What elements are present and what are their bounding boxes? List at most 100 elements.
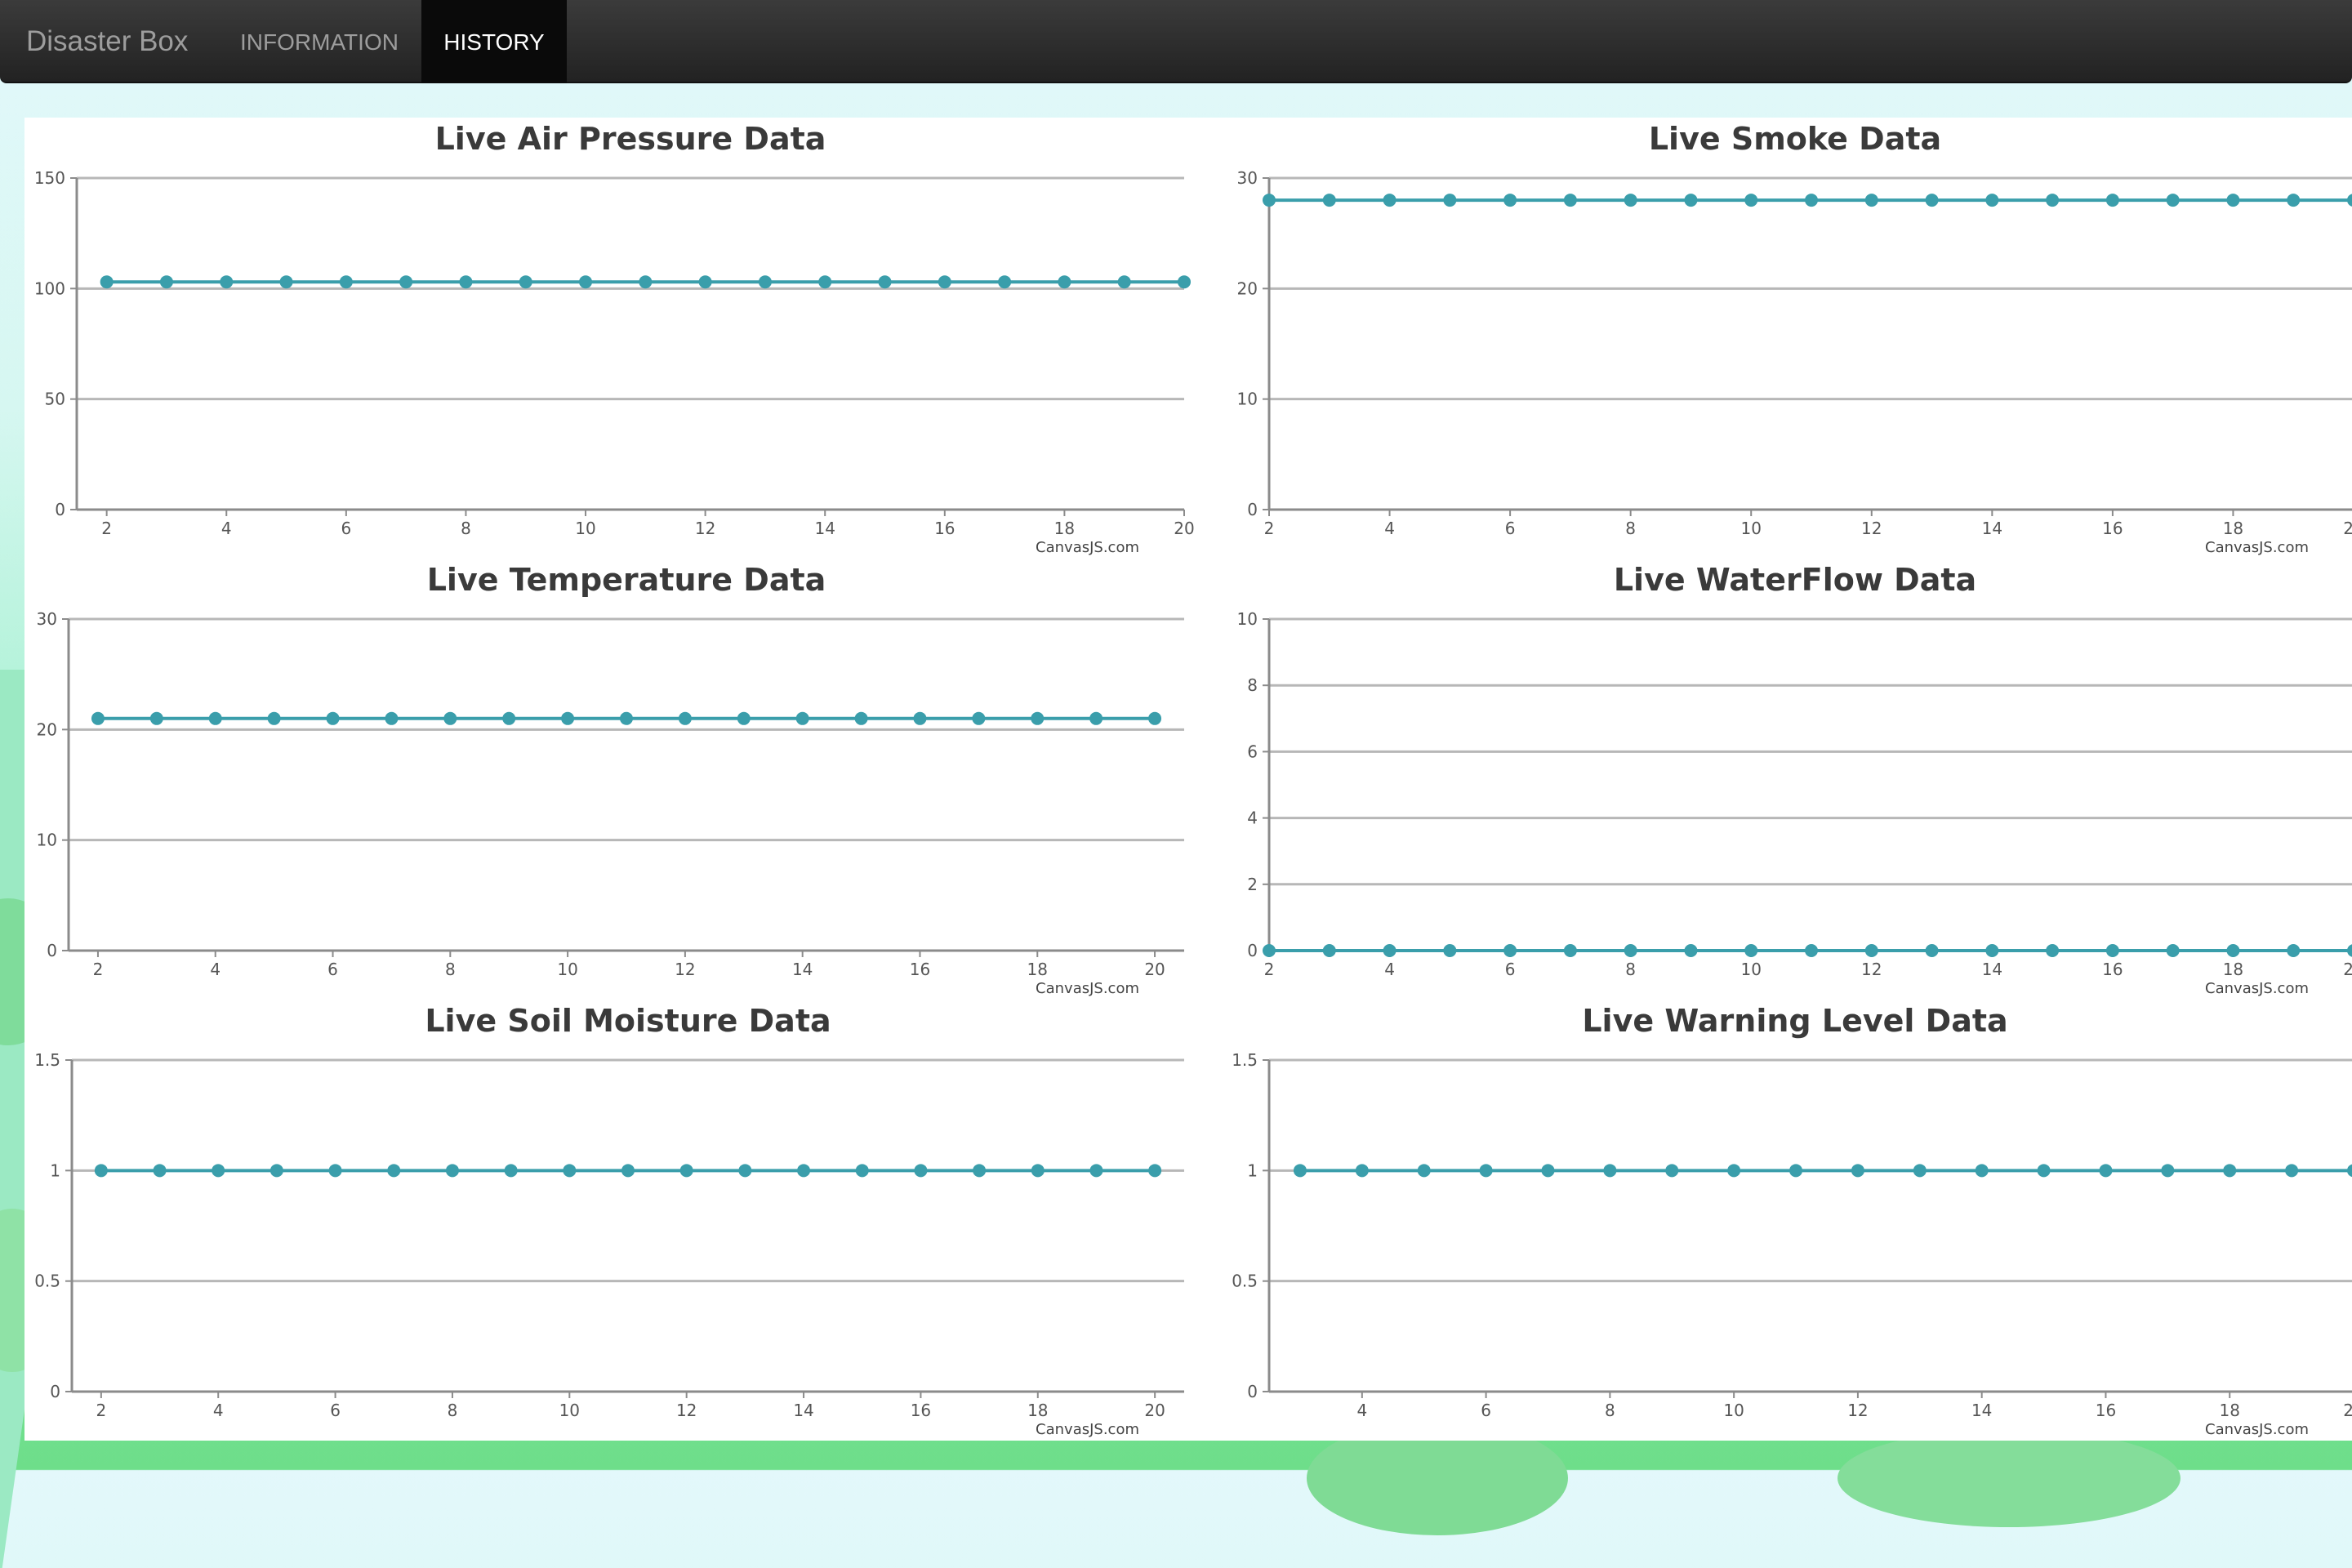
x-tick-label: 4	[221, 519, 232, 538]
x-tick-label: 16	[2102, 519, 2123, 538]
data-point	[2226, 194, 2240, 207]
nav-item-information[interactable]: INFORMATION	[220, 0, 418, 83]
data-point	[149, 711, 163, 725]
x-tick-label: 8	[1625, 519, 1636, 538]
data-point	[818, 275, 832, 289]
y-tick-label: 8	[1247, 675, 1258, 695]
data-point	[385, 711, 399, 725]
data-point	[1293, 1164, 1307, 1178]
x-tick-label: 14	[1982, 519, 2002, 538]
data-point	[938, 275, 951, 289]
chart-air-pressure: Live Air Pressure Data 0 50 100 150 2 4 6 8 10 12 1…	[24, 118, 1200, 559]
canvasjs-credit-link[interactable]: CanvasJS.com	[2205, 980, 2309, 997]
data-point	[339, 275, 353, 289]
data-point	[212, 1164, 225, 1178]
x-tick-label: 10	[559, 1401, 580, 1420]
chart-svg: Live Temperature Data 0 10 20 30 2 4 6 8 10 12 14 16…	[37, 562, 1184, 997]
data-point	[1925, 944, 1939, 957]
chart-title: Live Air Pressure Data	[435, 121, 826, 157]
x-tick-label: 8	[445, 960, 456, 979]
x-tick-label: 10	[575, 519, 595, 538]
data-point	[208, 711, 222, 725]
data-point	[2347, 944, 2352, 957]
data-point	[2287, 944, 2301, 957]
data-point	[1805, 194, 1818, 207]
data-point	[1624, 194, 1637, 207]
data-point	[1148, 1164, 1162, 1178]
data-point	[1355, 1164, 1369, 1178]
x-tick-label: 16	[2096, 1401, 2116, 1420]
data-point	[737, 711, 751, 725]
data-point	[563, 1164, 577, 1178]
data-point	[2223, 1164, 2237, 1178]
data-point	[795, 711, 809, 725]
data-point	[1322, 944, 1336, 957]
x-tick-label: 20	[1174, 519, 1194, 538]
chart-svg: Live Smoke Data 0 10 20 30 2 4 6 8 10 12 14 16 18 20 Ca…	[1237, 121, 2352, 556]
x-tick-label: 18	[2223, 960, 2243, 979]
brand-link[interactable]: Disaster Box	[26, 0, 188, 83]
canvasjs-credit-link[interactable]: CanvasJS.com	[2205, 539, 2309, 556]
data-point	[1479, 1164, 1493, 1178]
data-point	[502, 711, 516, 725]
data-point	[270, 1164, 283, 1178]
y-tick-label: 0	[1247, 1382, 1258, 1401]
data-point	[972, 711, 986, 725]
y-tick-label: 20	[1237, 278, 1258, 298]
data-point	[914, 1164, 928, 1178]
data-point	[153, 1164, 167, 1178]
data-point	[279, 275, 293, 289]
x-tick-label: 4	[1356, 1401, 1367, 1420]
y-tick-label: 0.5	[34, 1272, 60, 1291]
x-tick-label: 6	[1505, 519, 1516, 538]
x-tick-label: 10	[1723, 1401, 1744, 1420]
x-tick-label: 12	[1861, 519, 1882, 538]
navbar: Disaster Box INFORMATION HISTORY	[0, 0, 2352, 83]
data-point	[1684, 944, 1698, 957]
data-point	[1503, 944, 1517, 957]
data-point	[1089, 711, 1103, 725]
data-point	[1503, 194, 1517, 207]
data-point	[1443, 194, 1457, 207]
y-tick-label: 1.5	[1232, 1050, 1258, 1070]
canvasjs-credit-link[interactable]: CanvasJS.com	[1036, 539, 1139, 556]
canvasjs-credit-link[interactable]: CanvasJS.com	[1036, 980, 1139, 997]
x-tick-label: 18	[1027, 960, 1048, 979]
nav-item-history[interactable]: HISTORY	[421, 0, 567, 83]
data-point	[1665, 1164, 1679, 1178]
data-point	[698, 275, 712, 289]
data-point	[620, 711, 633, 725]
data-point	[459, 275, 473, 289]
data-point	[1985, 194, 1999, 207]
x-tick-label: 2	[1264, 960, 1275, 979]
x-tick-label: 2	[96, 1401, 106, 1420]
x-tick-label: 2	[93, 960, 104, 979]
y-tick-label: 50	[45, 390, 65, 409]
data-point	[2226, 944, 2240, 957]
data-point	[1148, 711, 1162, 725]
data-point	[797, 1164, 811, 1178]
data-point	[2166, 194, 2180, 207]
data-point	[2099, 1164, 2113, 1178]
canvasjs-credit-link[interactable]: CanvasJS.com	[2205, 1421, 2309, 1438]
x-tick-label: 8	[1605, 1401, 1615, 1420]
canvasjs-credit-link[interactable]: CanvasJS.com	[1036, 1421, 1139, 1438]
x-tick-label: 16	[910, 960, 930, 979]
x-tick-label: 6	[341, 519, 351, 538]
y-tick-label: 100	[34, 278, 65, 298]
x-tick-label: 12	[1847, 1401, 1868, 1420]
data-point	[1563, 944, 1577, 957]
data-point	[878, 275, 892, 289]
data-point	[2161, 1164, 2175, 1178]
x-tick-label: 14	[793, 1401, 813, 1420]
data-point	[1563, 194, 1577, 207]
x-tick-label: 8	[461, 519, 471, 538]
x-tick-label: 8	[1625, 960, 1636, 979]
x-tick-label: 12	[676, 1401, 697, 1420]
data-point	[738, 1164, 752, 1178]
y-tick-label: 1.5	[34, 1050, 60, 1070]
data-point	[1925, 194, 1939, 207]
data-point	[100, 275, 114, 289]
x-tick-label: 10	[557, 960, 577, 979]
data-point	[1684, 194, 1698, 207]
